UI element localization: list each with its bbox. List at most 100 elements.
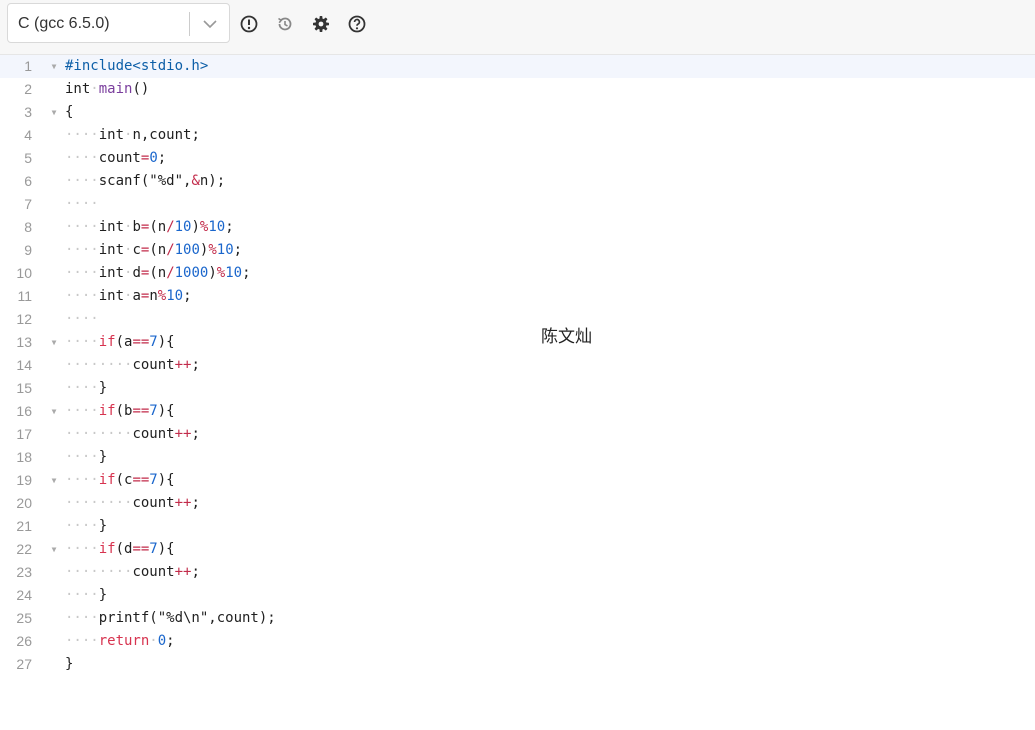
line-number: 13 [16,334,32,350]
code-token: n [149,288,158,304]
code-token: ){ [157,403,175,419]
code-line[interactable]: 22 ▼ ····if(d==7){ [0,538,1035,561]
line-number: 15 [16,380,32,396]
code-line[interactable]: 23 ········count++; [0,561,1035,584]
code-text: ····} [65,515,107,538]
code-line[interactable]: 3 ▼ { [0,101,1035,124]
select-divider [189,12,190,36]
code-text: ····int·a=n%10; [65,285,192,308]
code-line[interactable]: 11 ····int·a=n%10; [0,285,1035,308]
code-line[interactable]: 16 ▼ ····if(b==7){ [0,400,1035,423]
code-token: } [65,656,74,672]
code-editor[interactable]: 1 ▼ #include<stdio.h> 2 int·main() 3 ▼{4 ····in… [0,55,1035,730]
code-line[interactable]: 13 ▼ ····if(a==7){ [0,331,1035,354]
code-line[interactable]: 27} [0,653,1035,676]
code-line[interactable]: 1 ▼ #include<stdio.h> [0,55,1035,78]
fold-caret-icon[interactable]: ▼ [50,400,58,423]
code-text: ········count++; [65,423,200,446]
code-line[interactable]: 10 ····int·d=(n/1000)%10; [0,262,1035,285]
code-line[interactable]: 18 ····} [0,446,1035,469]
code-token: ++ [174,495,192,511]
code-text: ········count++; [65,354,200,377]
code-line[interactable]: 25 ····printf("%d\n",count); [0,607,1035,630]
code-line[interactable]: 20 ········count++; [0,492,1035,515]
code-text: { [65,101,73,124]
code-line[interactable]: 5 ····count=0; [0,147,1035,170]
code-token: (c [115,472,133,488]
code-token: ; [157,150,167,166]
code-line[interactable]: 14 ········count++; [0,354,1035,377]
code-text: ···· [65,193,99,216]
code-token: == [132,541,150,557]
code-line[interactable]: 24 ····} [0,584,1035,607]
code-token: count [132,357,175,373]
code-line[interactable]: 9 ····int·c=(n/100)%10; [0,239,1035,262]
fold-caret-icon[interactable]: ▼ [50,469,58,492]
code-token: ···· [65,610,99,626]
code-line[interactable]: 6 ····scanf("%d",&n); [0,170,1035,193]
line-number: 17 [16,426,32,442]
code-token: (a [115,334,133,350]
code-token: if [98,541,116,557]
code-token: / [166,265,175,281]
code-token: 10 [166,288,184,304]
code-line[interactable]: 8 ····int·b=(n/10)%10; [0,216,1035,239]
line-number: 14 [16,357,32,373]
code-token: scanf("%d", [98,173,192,189]
line-number: 9 [24,242,32,258]
code-token: 100 [174,242,200,258]
code-token: ···· [65,196,99,212]
code-token: (n [149,242,167,258]
code-token: ···· [65,633,99,649]
code-token: 10 [208,219,226,235]
code-token: (b [115,403,133,419]
code-token: count [132,495,175,511]
code-token: int [98,265,125,281]
code-line[interactable]: 4 ····int·n,count; [0,124,1035,147]
code-line[interactable]: 7 ···· [0,193,1035,216]
code-token: % [216,265,226,281]
code-token: ) [191,219,200,235]
fold-caret-icon[interactable]: ▼ [50,101,58,124]
code-token: 10 [216,242,234,258]
code-token: ; [191,495,200,511]
code-token: (d [115,541,133,557]
code-token: () [132,81,150,97]
code-token: ···· [65,380,99,396]
code-token: ){ [157,334,175,350]
code-token: count [132,426,175,442]
history-icon[interactable] [275,14,295,34]
code-line[interactable]: 15 ····} [0,377,1035,400]
fold-caret-icon[interactable]: ▼ [50,55,58,78]
code-token: ; [233,242,243,258]
code-line[interactable]: 19 ▼ ····if(c==7){ [0,469,1035,492]
gear-icon[interactable] [311,14,331,34]
code-token: count [132,564,175,580]
code-text: ····} [65,377,107,400]
code-token: ···· [65,173,99,189]
code-text: ····int·b=(n/10)%10; [65,216,234,239]
code-token: ; [242,265,251,281]
code-text: ····int·d=(n/1000)%10; [65,262,251,285]
code-line[interactable]: 26 ····return·0; [0,630,1035,653]
code-line[interactable]: 17 ········count++; [0,423,1035,446]
code-text: ···· [65,308,99,331]
fold-caret-icon[interactable]: ▼ [50,331,58,354]
overlay-text: 陈文灿 [541,327,592,347]
code-text: } [65,653,73,676]
code-text: ····if(b==7){ [65,400,175,423]
code-token: ; [166,633,175,649]
line-number: 24 [16,587,32,603]
code-line[interactable]: 2 int·main() [0,78,1035,101]
code-line[interactable]: 12 ···· [0,308,1035,331]
help-icon[interactable] [347,14,367,34]
code-line[interactable]: 21 ····} [0,515,1035,538]
alert-circle-icon[interactable] [239,14,259,34]
line-number: 5 [24,150,32,166]
code-token: ; [191,426,200,442]
chevron-down-icon[interactable] [199,15,221,33]
language-select[interactable]: C (gcc 6.5.0) [7,3,230,43]
code-token: · [149,633,158,649]
fold-caret-icon[interactable]: ▼ [50,538,58,561]
code-token: 0 [157,633,167,649]
